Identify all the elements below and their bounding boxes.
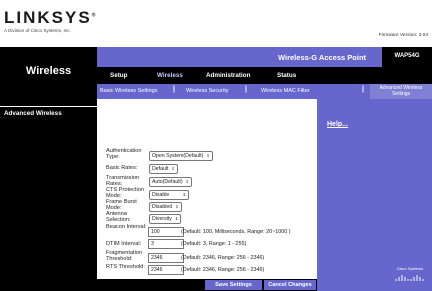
beacon-input[interactable]: 100 <box>148 227 184 237</box>
frag-label: Fragmentation Threshold: <box>106 250 143 262</box>
cts-mode-label: CTS Protection Mode: <box>106 187 144 199</box>
basic-rates-label: Basic Rates: <box>106 165 138 171</box>
tx-rates-label: Transmission Rates: <box>106 175 140 187</box>
tab-administration[interactable]: Administration <box>206 72 250 79</box>
chevron-icon: ⇕ <box>206 153 210 158</box>
antenna-label: Antenna Selection: <box>106 211 131 223</box>
main-tabs <box>97 67 432 84</box>
logo-subtitle: A Division of Cisco Systems, Inc. <box>4 28 71 33</box>
subtab-wireless-security[interactable]: Wireless Security <box>186 88 228 94</box>
cisco-bridge-icon <box>395 275 424 281</box>
basic-rates-select[interactable]: Default ⇕ <box>149 164 178 174</box>
antenna-select[interactable]: Diversity ⇕ <box>149 214 182 224</box>
chevron-icon: ⇕ <box>171 166 175 171</box>
chevron-icon: ⇕ <box>182 192 186 197</box>
subtab-basic-wireless[interactable]: Basic Wireless Settings <box>100 88 157 94</box>
cisco-systems-logo: Cisco Systems <box>396 266 424 271</box>
dtim-input[interactable]: 3 <box>148 239 184 249</box>
subtab-mac-filter[interactable]: Wireless MAC Filter <box>261 88 310 94</box>
left-column <box>0 99 97 291</box>
product-name: Wireless-G Access Point <box>278 53 367 62</box>
beacon-label: Beacon Interval: <box>106 224 147 230</box>
rts-label: RTS Threshold: <box>106 264 145 270</box>
cts-mode-select[interactable]: Disable ⇕ <box>149 190 189 200</box>
chevron-icon: ⇕ <box>185 179 189 184</box>
left-divider <box>0 106 97 107</box>
save-settings-button[interactable]: Save Settings <box>205 280 262 290</box>
section-title: Wireless <box>25 65 72 77</box>
auth-type-label: Authentication Type: <box>106 148 142 160</box>
subtab-separator: | <box>362 86 364 93</box>
frame-burst-select[interactable]: Disabled ⇕ <box>149 202 182 212</box>
tx-rates-select[interactable]: Auto(Default) ⇕ <box>149 177 192 187</box>
chevron-icon: ⇕ <box>175 204 179 209</box>
dtim-label: DTIM Interval: <box>106 241 142 247</box>
tab-setup[interactable]: Setup <box>110 72 128 79</box>
help-link[interactable]: Help... <box>327 121 348 128</box>
tab-status[interactable]: Status <box>277 72 296 79</box>
frag-input[interactable]: 2346 <box>148 253 184 263</box>
beacon-hint: (Default: 100, Milliseconds, Range: 20~1… <box>181 229 291 235</box>
model-number: WAP54G <box>394 53 420 59</box>
frame-burst-label: Frame Burst Mode: <box>106 199 137 211</box>
left-section-label: Advanced Wireless <box>4 110 62 117</box>
tab-wireless[interactable]: Wireless <box>157 72 183 79</box>
dtim-hint: (Default: 3, Range: 1 - 255) <box>181 241 247 247</box>
subtab-advanced-wireless[interactable]: Advanced Wireless Settings <box>372 85 430 97</box>
auth-type-select[interactable]: Open System(Default) ⇕ <box>149 151 213 161</box>
subtab-separator: | <box>245 86 247 93</box>
firmware-version: Firmware Version: 3.04 <box>378 33 428 38</box>
cancel-changes-button[interactable]: Cancel Changes <box>264 280 316 290</box>
linksys-logo: LINKSYS® <box>4 8 98 27</box>
chevron-icon: ⇕ <box>174 216 179 221</box>
frag-hint: (Default: 2346, Range: 256 - 2346) <box>181 255 265 261</box>
subtab-separator: | <box>173 86 175 93</box>
rts-input[interactable]: 2346 <box>148 265 184 275</box>
rts-hint: (Default: 2346, Range: 256 - 2346) <box>181 267 265 273</box>
